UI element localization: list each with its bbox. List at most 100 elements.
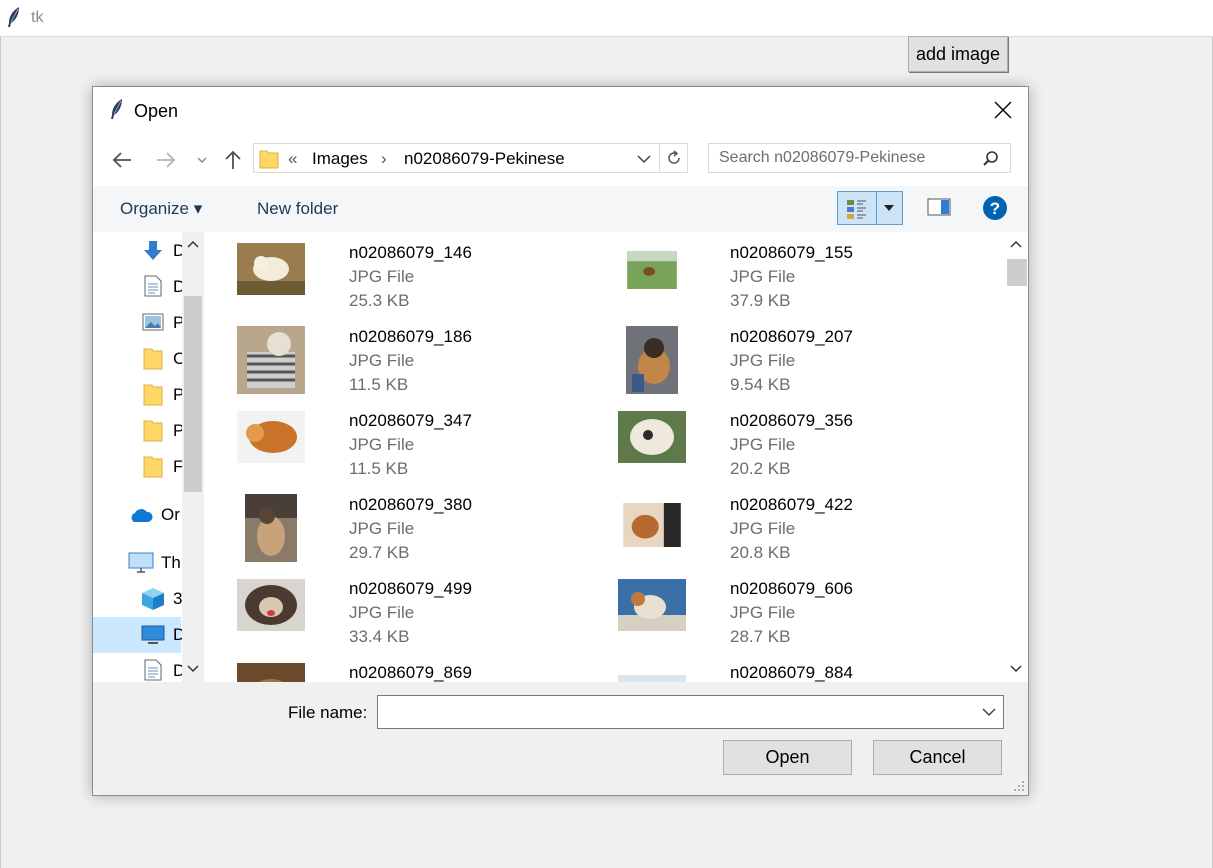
scroll-down-chevron-icon[interactable] [187,665,199,673]
nav-item-folder[interactable]: F [93,449,183,485]
file-size: 11.5 KB [349,459,409,478]
file-item[interactable]: n02086079_155 JPG File 37.9 KB [618,243,988,327]
nav-item-downloads[interactable]: D [93,233,185,269]
nav-item-3d-objects[interactable]: 3 [93,581,182,617]
dialog-footer: File name: Open Cancel [93,682,1028,795]
details-view-icon [847,200,866,219]
documents-icon [144,275,162,297]
open-button[interactable]: Open [723,740,852,775]
file-item[interactable]: n02086079_869 [237,663,607,682]
close-button[interactable] [978,87,1028,133]
address-segment-current-folder[interactable]: n02086079-Pekinese [404,149,565,169]
image-thumbnail [623,503,681,547]
file-list-scrollbar[interactable] [1004,232,1028,682]
address-dropdown-chevron-icon[interactable] [636,151,652,167]
nav-pane-scrollbar[interactable] [182,232,204,682]
tk-window-title: tk [31,9,44,26]
nav-pane-scroll-thumb[interactable] [184,296,202,492]
file-name-dropdown-chevron-icon[interactable] [982,707,996,717]
navigation-pane: D D P C P P F Or Th 3 D D [93,232,204,682]
file-item[interactable]: n02086079_347 JPG File 11.5 KB [237,411,607,495]
address-bar[interactable]: « Images › n02086079-Pekinese [253,143,688,173]
folder-icon [143,348,163,370]
pictures-icon [142,313,164,331]
dialog-title: Open [134,101,179,121]
scroll-up-chevron-icon[interactable] [187,240,199,248]
search-box[interactable] [708,143,1011,173]
organize-button[interactable]: Organize ▾ [120,199,202,219]
search-icon [983,151,998,166]
file-name: n02086079_186 [349,327,472,346]
address-separator[interactable]: › [381,149,387,169]
file-item[interactable]: n02086079_186 JPG File 11.5 KB [237,326,607,411]
tk-title-bar: tk [0,0,1213,37]
file-name: n02086079_146 [349,243,472,262]
file-list-scroll-thumb[interactable] [1007,259,1027,286]
scroll-down-chevron-icon[interactable] [1010,665,1022,673]
file-item[interactable]: n02086079_884 [618,663,988,682]
file-name: n02086079_207 [730,327,853,346]
add-image-button[interactable]: add image [908,36,1008,72]
file-name-combobox[interactable] [377,695,1004,729]
back-arrow-icon[interactable] [111,147,133,173]
new-folder-button[interactable]: New folder [257,199,338,219]
desktop-icon [141,625,165,644]
file-size: 20.2 KB [730,459,791,478]
svg-text:?: ? [990,199,1000,218]
help-icon[interactable]: ? [982,195,1008,221]
file-name-label: File name: [288,703,368,722]
cancel-button[interactable]: Cancel [873,740,1002,775]
nav-item-desktop[interactable]: D [93,617,185,653]
nav-item-label: Th [161,553,181,572]
image-thumbnail [237,579,305,631]
recent-locations-chevron-icon[interactable] [196,147,208,173]
view-dropdown-chevron-icon[interactable] [883,204,895,212]
resize-grip-icon[interactable] [1013,780,1025,792]
forward-arrow-icon[interactable] [155,147,177,173]
file-size: 28.7 KB [730,627,791,646]
file-type: JPG File [730,435,796,454]
file-name: n02086079_347 [349,411,472,430]
file-name-input[interactable] [382,700,972,724]
file-type: JPG File [730,519,796,538]
file-size: 25.3 KB [349,291,410,310]
up-arrow-icon[interactable] [222,147,244,173]
nav-item-onedrive[interactable]: Or [93,497,181,533]
nav-item-pictures[interactable]: P [93,305,184,341]
nav-item-folder[interactable]: P [93,413,184,449]
scroll-up-chevron-icon[interactable] [1010,240,1022,248]
file-item[interactable]: n02086079_380 JPG File 29.7 KB [237,494,607,579]
file-size: 29.7 KB [349,543,410,562]
tk-feather-icon [8,7,19,27]
change-view-button[interactable] [837,191,903,225]
view-button-split [876,192,877,224]
image-thumbnail [618,579,686,631]
file-size: 37.9 KB [730,291,791,310]
file-type: JPG File [730,603,796,622]
nav-item-documents[interactable]: D [93,269,185,305]
file-item[interactable]: n02086079_356 JPG File 20.2 KB [618,411,988,495]
this-pc-icon [128,552,154,573]
file-size: 20.8 KB [730,543,791,562]
address-segment-images[interactable]: Images [312,149,368,169]
file-item[interactable]: n02086079_146 JPG File 25.3 KB [237,243,607,327]
nav-item-folder[interactable]: P [93,377,184,413]
preview-pane-icon[interactable] [927,198,951,216]
dialog-feather-icon [111,99,122,119]
file-name: n02086079_869 [349,663,472,682]
folder-icon [143,420,163,442]
open-file-dialog: Open « Images › n02086079-Pekinese Searc… [92,86,1029,796]
address-overflow[interactable]: « [288,149,297,169]
file-name: n02086079_606 [730,579,853,598]
nav-item-folder[interactable]: C [93,341,185,377]
nav-item-documents[interactable]: D [93,653,185,682]
refresh-button[interactable] [659,144,688,172]
search-input[interactable] [719,147,969,169]
file-item[interactable]: n02086079_499 JPG File 33.4 KB [237,579,607,663]
file-item[interactable]: n02086079_606 JPG File 28.7 KB [618,579,988,663]
file-item[interactable]: n02086079_422 JPG File 20.8 KB [618,495,988,579]
nav-item-this-pc[interactable]: Th [93,545,181,581]
folder-icon [259,150,279,169]
file-item[interactable]: n02086079_207 JPG File 9.54 KB [618,326,988,411]
downloads-icon [144,241,162,260]
